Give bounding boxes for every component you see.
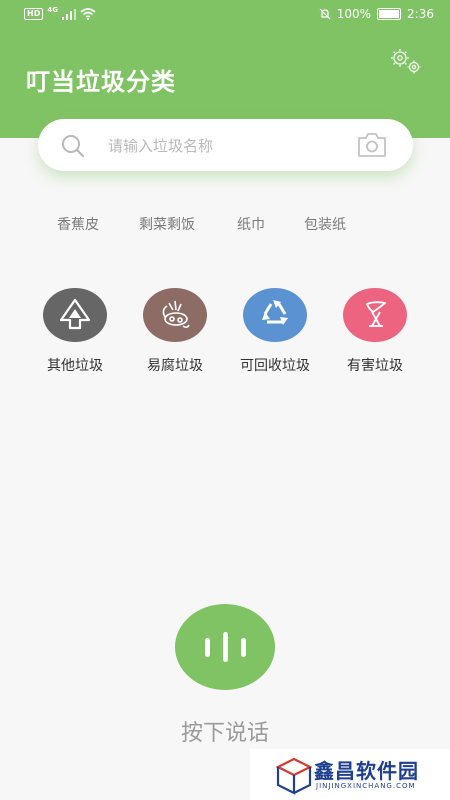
- category-recyclable[interactable]: 可回收垃圾: [225, 288, 325, 375]
- category-circle: [343, 288, 407, 342]
- search-bar[interactable]: 请输入垃圾名称: [38, 119, 413, 171]
- app-title: 叮当垃圾分类: [26, 68, 176, 96]
- hot-search-item[interactable]: 剩菜剩饭: [139, 214, 195, 234]
- network-type: 4G: [47, 6, 58, 14]
- camera-icon: [358, 133, 386, 157]
- watermark-logo: [276, 757, 312, 795]
- watermark: 鑫昌软件园 JINJINGXINCHANG.COM: [250, 749, 450, 800]
- search-input[interactable]: 请输入垃圾名称: [108, 135, 213, 156]
- battery-icon: [377, 8, 402, 20]
- search-icon: [62, 135, 85, 158]
- header-bar: HD 4G 100% 2:36 叮当垃圾分类: [0, 0, 450, 138]
- voice-bar: [205, 638, 210, 657]
- voice-bar: [223, 632, 228, 662]
- food-waste-icon: [162, 300, 190, 329]
- category-hazardous[interactable]: 有害垃圾: [325, 288, 425, 375]
- status-left: HD 4G: [24, 6, 96, 20]
- gears-icon: [391, 49, 421, 74]
- mute-bell-icon: [319, 8, 331, 20]
- press-to-talk-label: 按下说话: [180, 721, 269, 746]
- category-label: 其他垃圾: [47, 358, 103, 374]
- signal-icon: [61, 8, 76, 20]
- clock: 2:36: [407, 7, 434, 21]
- wifi-icon: [80, 8, 96, 20]
- hot-search-row: 香蕉皮 剩菜剩饭 纸巾 包装纸: [0, 214, 450, 238]
- other-waste-icon: [59, 298, 91, 330]
- category-label: 可回收垃圾: [240, 358, 310, 374]
- status-bar: HD 4G 100% 2:36: [0, 0, 450, 30]
- category-circle: [43, 288, 107, 342]
- hot-search-item[interactable]: 包装纸: [304, 214, 346, 234]
- category-label: 易腐垃圾: [147, 358, 203, 374]
- status-right: 100% 2:36: [319, 7, 434, 21]
- category-label: 有害垃圾: [347, 358, 403, 374]
- watermark-subtitle: JINJINGXINCHANG.COM: [316, 782, 416, 790]
- hazardous-waste-icon: [366, 301, 386, 327]
- category-circle: [243, 288, 307, 342]
- category-other-waste[interactable]: 其他垃圾: [25, 288, 125, 375]
- voice-input-button[interactable]: [175, 604, 275, 690]
- settings-button[interactable]: [388, 46, 424, 76]
- hd-badge: HD: [24, 8, 44, 20]
- hot-search-item[interactable]: 香蕉皮: [57, 214, 99, 234]
- camera-button[interactable]: [356, 131, 388, 159]
- watermark-title: 鑫昌软件园: [314, 759, 419, 783]
- category-food-waste[interactable]: 易腐垃圾: [125, 288, 225, 375]
- battery-percent: 100%: [336, 7, 372, 21]
- hot-search-item[interactable]: 纸巾: [237, 214, 265, 234]
- voice-bar: [241, 638, 246, 657]
- category-circle: [143, 288, 207, 342]
- recycle-icon: [262, 300, 288, 325]
